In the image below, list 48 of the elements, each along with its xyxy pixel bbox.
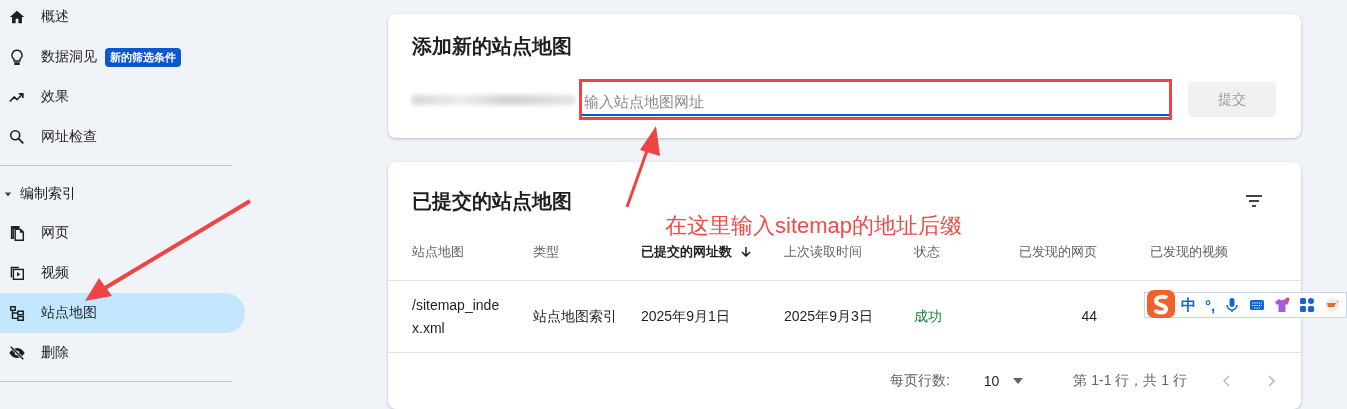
sort-down-icon [740, 246, 752, 258]
column-header[interactable]: 上次读取时间 [784, 244, 862, 259]
status-cell-text: 成功 [914, 307, 943, 326]
nav-icon [8, 8, 26, 26]
nav-item[interactable]: 效果 [0, 77, 245, 117]
microphone-icon[interactable] [1224, 297, 1241, 313]
table-cell-text: /sitemap_index.xml [412, 295, 501, 338]
nav-item[interactable]: 视频 [0, 253, 245, 293]
skin-icon[interactable] [1324, 297, 1341, 313]
apps-grid-icon[interactable] [1299, 297, 1316, 313]
nav-icon [8, 304, 26, 322]
table-cell-text: 2025年9月3日 [784, 307, 874, 326]
nav-item[interactable]: 站点地图 [0, 293, 245, 333]
ime-punctuation[interactable]: °, [1205, 296, 1216, 314]
ime-logo-icon[interactable] [1145, 288, 1177, 320]
card-title: 添加新的站点地图 [412, 34, 573, 58]
page-range: 第 1-1 行，共 1 行 [1073, 372, 1187, 390]
nav-section-header[interactable]: 编制索引 [0, 174, 260, 213]
caret-icon [4, 189, 12, 198]
table-cell-text: 站点地图索引 [533, 307, 618, 326]
card-title: 已提交的站点地图 [412, 189, 572, 213]
column-header[interactable]: 状态 [914, 244, 940, 259]
nav-icon [8, 344, 26, 362]
rows-per-page-label: 每页行数: [889, 372, 950, 390]
table-cell-text: 44 [1080, 307, 1097, 326]
nav-item[interactable]: 网址检查 [0, 117, 245, 157]
keyboard-icon[interactable] [1249, 297, 1266, 313]
nav-item[interactable]: 网页 [0, 213, 245, 253]
dropdown-caret-icon [1013, 378, 1024, 384]
column-header[interactable]: 类型 [533, 244, 559, 259]
nav-item[interactable]: 删除 [0, 333, 245, 373]
ime-mode[interactable]: 中 [1181, 295, 1196, 315]
annotation-note: 在这里输入sitemap的地址后缀 [665, 212, 963, 240]
column-header[interactable]: 已发现的视频 [1150, 244, 1228, 259]
nav-icon [8, 48, 26, 66]
sitemap-url-field[interactable]: 输入站点地图网址 [579, 79, 1172, 120]
table-cell-text: 2025年9月1日 [641, 307, 731, 326]
nav-icon [8, 128, 26, 146]
column-header[interactable]: 已提交的网址数 [641, 243, 752, 261]
column-header[interactable]: 站点地图 [412, 244, 464, 259]
nav-item[interactable]: 数据洞见 新的筛选条件 [0, 37, 245, 77]
column-header[interactable]: 已发现的网页 [1019, 244, 1097, 259]
rows-per-page-select[interactable]: 10 [977, 372, 1030, 390]
nav-item[interactable]: 概述 [0, 0, 245, 37]
nav-icon [8, 224, 26, 242]
shirt-icon[interactable] [1274, 297, 1291, 313]
new-badge: 新的筛选条件 [105, 47, 181, 67]
nav-icon [8, 264, 26, 282]
